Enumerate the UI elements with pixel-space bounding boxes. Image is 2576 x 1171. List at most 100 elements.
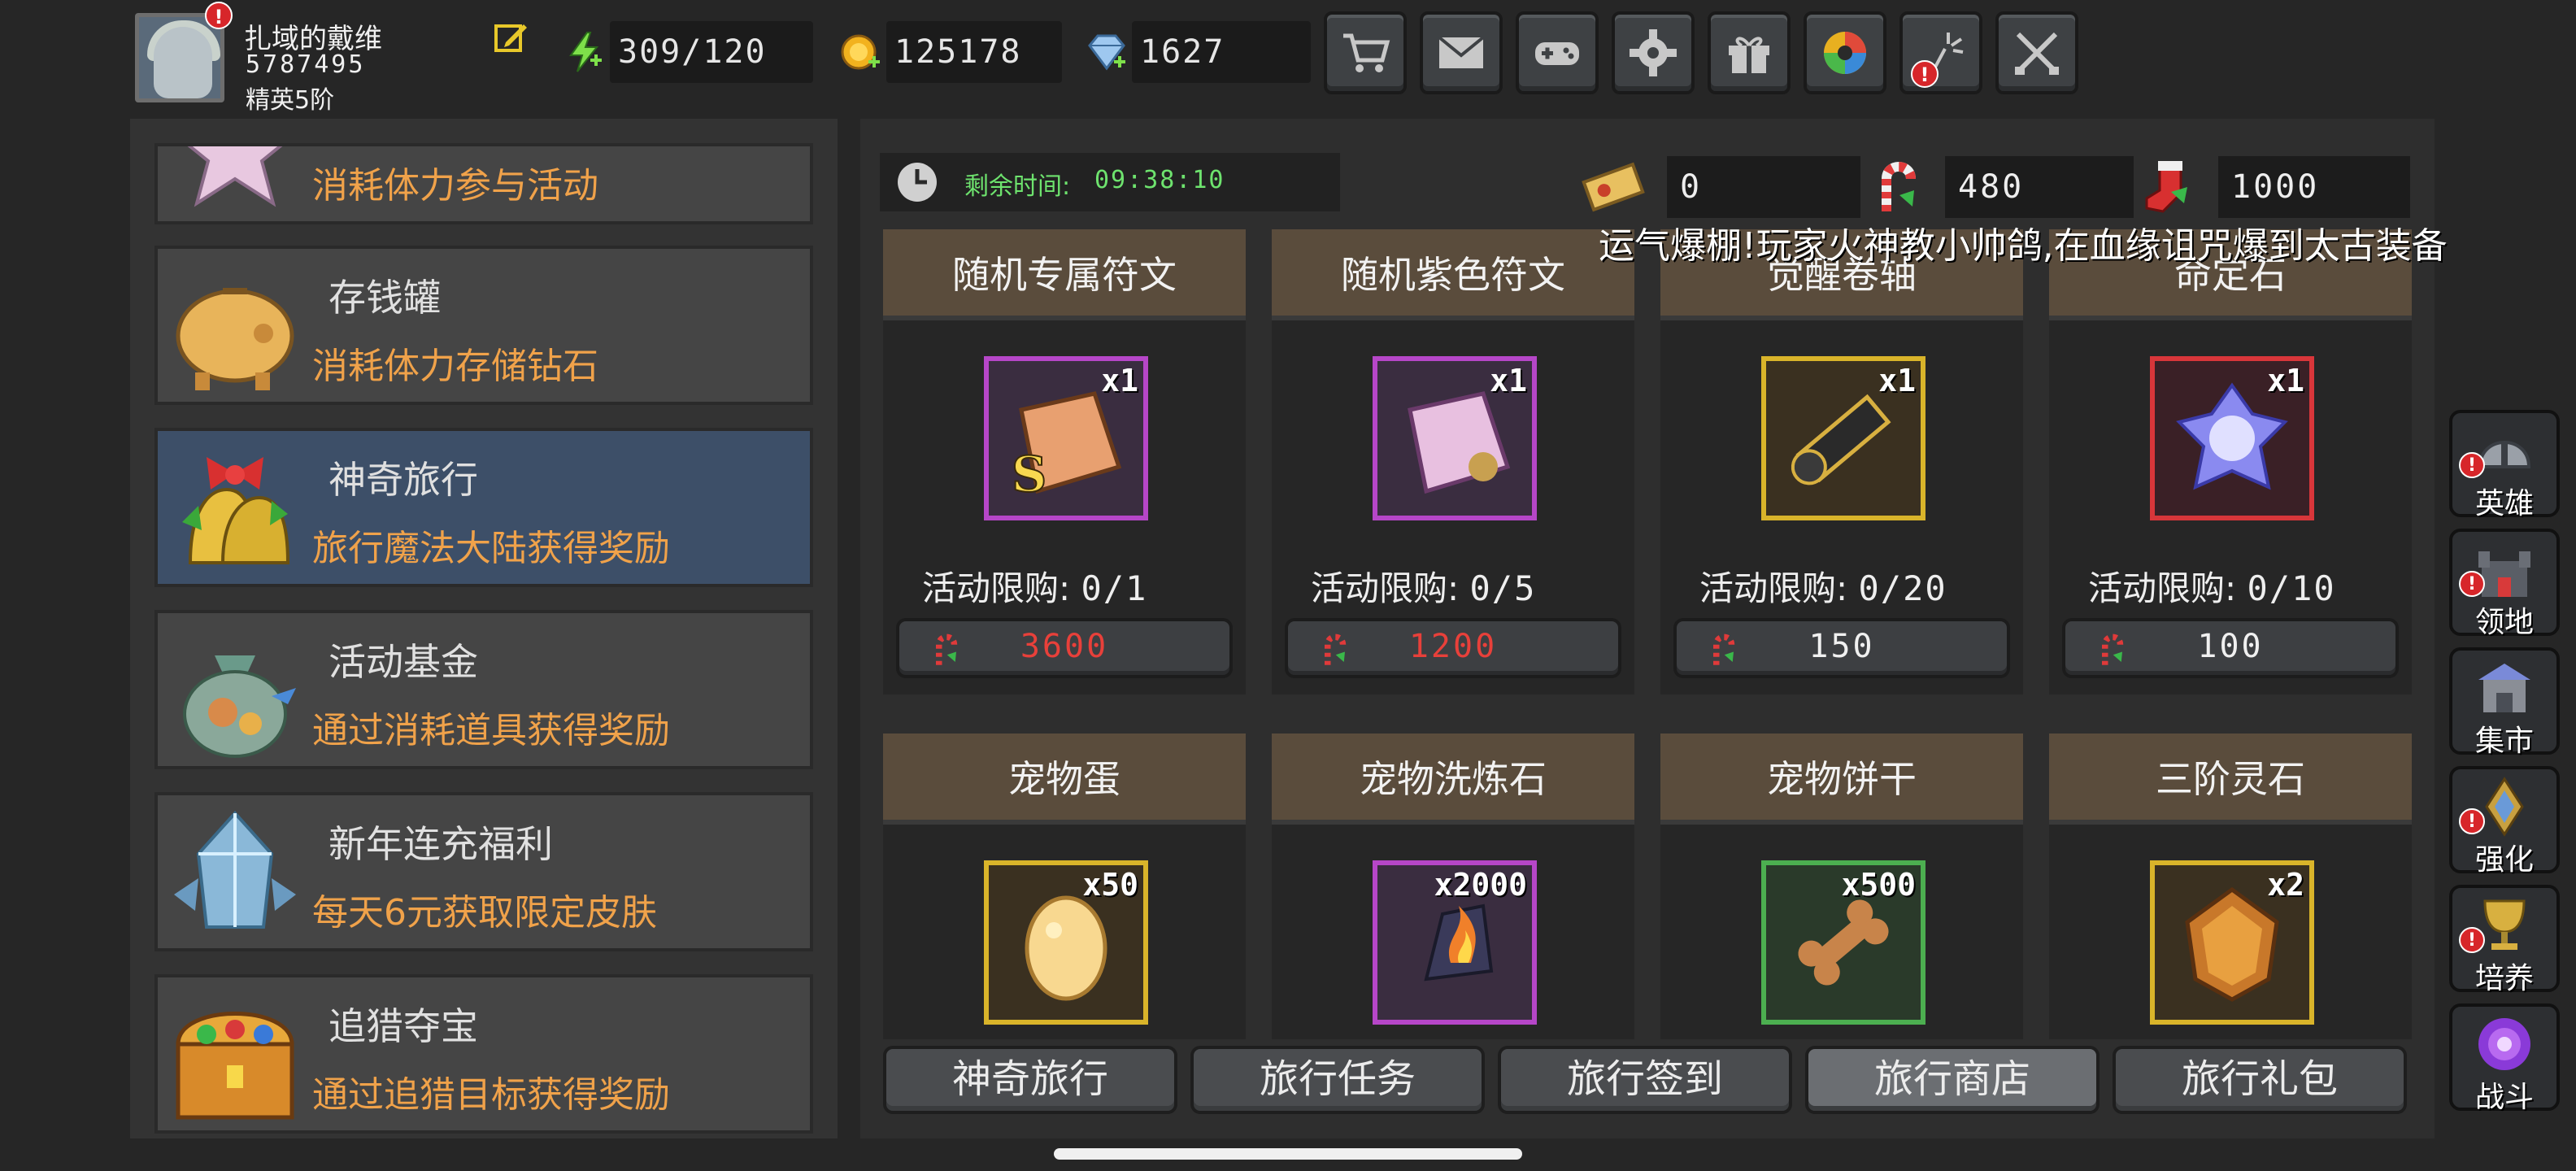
shop-item-card[interactable]: 宠物饼干 x500 bbox=[1660, 734, 2023, 1039]
price-value: 100 bbox=[2197, 628, 2264, 665]
gold-coin-icon bbox=[841, 34, 880, 70]
side-nav-label: 战斗 bbox=[2474, 1081, 2534, 1114]
aperture-icon bbox=[1824, 32, 1866, 74]
side-nav-battle[interactable]: 战斗 bbox=[2449, 1003, 2560, 1114]
buy-button[interactable]: 1200 bbox=[1285, 618, 1621, 678]
gold-value: 125178 bbox=[886, 21, 1062, 83]
item-name: 随机紫色符文 bbox=[1272, 229, 1634, 320]
side-nav-market[interactable]: 集市 bbox=[2449, 647, 2560, 758]
item-frame[interactable]: x2 bbox=[2150, 860, 2314, 1025]
shop-item-card[interactable]: 命定石 x1 活动限购: 0/10 100 bbox=[2049, 229, 2412, 694]
buy-button[interactable]: 3600 bbox=[896, 618, 1233, 678]
item-name: 随机专属符文 bbox=[883, 229, 1246, 320]
event-desc: 消耗体力参与活动 bbox=[312, 165, 598, 207]
item-frame[interactable]: x2000 bbox=[1373, 860, 1537, 1025]
price-value: 1200 bbox=[1408, 628, 1498, 665]
aperture-button[interactable] bbox=[1804, 11, 1886, 94]
event-title: 追猎夺宝 bbox=[329, 1004, 478, 1048]
side-nav-label: 集市 bbox=[2474, 725, 2534, 758]
purchase-limit: 活动限购: 0/20 bbox=[1699, 568, 1947, 608]
shop-item-card[interactable]: 随机紫色符文 x1 活动限购: 0/5 1200 bbox=[1272, 229, 1634, 694]
item-quantity: x2000 bbox=[1434, 867, 1527, 903]
ticket-icon bbox=[1582, 162, 1645, 212]
tab-magic-journey[interactable]: 神奇旅行 bbox=[883, 1046, 1177, 1114]
item-frame[interactable]: x50 bbox=[984, 860, 1148, 1025]
timer-value: 09:38:10 bbox=[1094, 166, 1225, 194]
shop-item-card[interactable]: 宠物洗炼石 x2000 bbox=[1272, 734, 1634, 1039]
item-name: 宠物蛋 bbox=[883, 734, 1246, 825]
side-nav-label: 英雄 bbox=[2474, 487, 2534, 520]
event-item-activity-fund[interactable]: 活动基金 通过消耗道具获得奖励 bbox=[154, 610, 813, 769]
item-quantity: x500 bbox=[1841, 867, 1916, 903]
buy-button[interactable]: 100 bbox=[2062, 618, 2399, 678]
shop-item-card[interactable]: 觉醒卷轴 x1 活动限购: 0/20 150 bbox=[1660, 229, 2023, 694]
svg-text:S: S bbox=[1012, 446, 1046, 499]
event-item-magic-journey[interactable]: 神奇旅行 旅行魔法大陆获得奖励 bbox=[154, 428, 813, 587]
tab-journey-signin[interactable]: 旅行签到 bbox=[1498, 1046, 1792, 1114]
event-desc: 每天6元获取限定皮肤 bbox=[312, 892, 657, 934]
event-title: 活动基金 bbox=[329, 640, 478, 684]
buy-button[interactable]: 150 bbox=[1673, 618, 2010, 678]
side-nav-cultivate[interactable]: ! 培养 bbox=[2449, 885, 2560, 995]
clock-icon bbox=[898, 163, 937, 202]
item-quantity: x2 bbox=[2267, 867, 2304, 903]
item-frame[interactable]: x1 bbox=[2150, 356, 2314, 520]
stamina-value: 309/120 bbox=[610, 21, 813, 83]
mail-button[interactable] bbox=[1420, 11, 1503, 94]
treasure-chest-icon bbox=[176, 1012, 294, 1120]
item-frame[interactable]: x500 bbox=[1761, 860, 1925, 1025]
cultivate-alert-badge: ! bbox=[2459, 927, 2485, 953]
star-icon bbox=[187, 146, 283, 207]
money-bag-icon bbox=[183, 655, 296, 758]
crossed-swords-icon bbox=[2015, 32, 2059, 75]
item-name: 宠物洗炼石 bbox=[1272, 734, 1634, 825]
timer-label: 剩余时间: bbox=[964, 172, 1071, 201]
battle-button[interactable] bbox=[1995, 11, 2078, 94]
event-item-piggy-bank[interactable]: 存钱罐 消耗体力存储钻石 bbox=[154, 246, 813, 405]
edit-icon[interactable] bbox=[493, 20, 529, 55]
event-title: 新年连充福利 bbox=[329, 822, 553, 866]
gift-button[interactable] bbox=[1708, 11, 1791, 94]
side-nav-territory[interactable]: ! 领地 bbox=[2449, 529, 2560, 639]
event-item-stamina-activity[interactable]: 消耗体力参与活动 bbox=[154, 143, 813, 224]
shop-button[interactable] bbox=[1324, 11, 1407, 94]
item-quantity: x1 bbox=[2267, 363, 2304, 398]
shop-item-card[interactable]: 三阶灵石 x2 bbox=[2049, 734, 2412, 1039]
shop-item-card[interactable]: 随机专属符文 S x1 活动限购: 0/1 3600 bbox=[883, 229, 1246, 694]
candy-value: 480 bbox=[1945, 156, 2134, 218]
portal-icon bbox=[2478, 1018, 2530, 1070]
item-quantity: x1 bbox=[1490, 363, 1527, 398]
event-item-new-year-recharge[interactable]: 新年连充福利 每天6元获取限定皮肤 bbox=[154, 792, 813, 951]
item-quantity: x1 bbox=[1878, 363, 1916, 398]
territory-alert-badge: ! bbox=[2459, 571, 2485, 597]
gear-icon bbox=[1630, 29, 1677, 76]
item-frame[interactable]: x1 bbox=[1761, 356, 1925, 520]
settings-button[interactable] bbox=[1612, 11, 1695, 94]
enhance-alert-badge: ! bbox=[2459, 808, 2485, 834]
event-item-hunt-treasure[interactable]: 追猎夺宝 通过追猎目标获得奖励 bbox=[154, 974, 813, 1134]
tab-journey-tasks[interactable]: 旅行任务 bbox=[1190, 1046, 1485, 1114]
home-indicator[interactable] bbox=[1054, 1148, 1522, 1160]
side-nav-label: 领地 bbox=[2474, 606, 2534, 639]
item-frame[interactable]: x1 bbox=[1373, 356, 1537, 520]
purchase-limit: 活动限购: 0/1 bbox=[922, 568, 1148, 608]
item-frame[interactable]: S x1 bbox=[984, 356, 1148, 520]
side-nav-enhance[interactable]: ! 强化 bbox=[2449, 766, 2560, 877]
stamina-icon bbox=[569, 32, 602, 72]
gamepad-button[interactable] bbox=[1516, 11, 1599, 94]
ticket-value: 0 bbox=[1667, 156, 1860, 218]
tab-journey-shop[interactable]: 旅行商店 bbox=[1805, 1046, 2100, 1114]
fireworks-button[interactable]: ! bbox=[1899, 11, 1982, 94]
side-nav-heroes[interactable]: ! 英雄 bbox=[2449, 410, 2560, 520]
announcement-marquee: 运气爆棚!玩家火神教小帅鸽,在血缘诅咒爆到太古装备 bbox=[1599, 225, 2448, 267]
ice-crystal-icon bbox=[174, 811, 296, 929]
piggy-bank-icon bbox=[176, 288, 294, 390]
diamond-icon bbox=[1088, 34, 1125, 71]
christmas-bells-icon bbox=[182, 457, 290, 564]
event-title: 存钱罐 bbox=[329, 276, 441, 320]
cart-icon bbox=[1343, 33, 1390, 72]
tab-journey-gift-pack[interactable]: 旅行礼包 bbox=[2113, 1046, 2407, 1114]
event-desc: 通过追猎目标获得奖励 bbox=[312, 1074, 670, 1116]
stocking-icon bbox=[2145, 161, 2187, 213]
shop-item-card[interactable]: 宠物蛋 x50 bbox=[883, 734, 1246, 1039]
